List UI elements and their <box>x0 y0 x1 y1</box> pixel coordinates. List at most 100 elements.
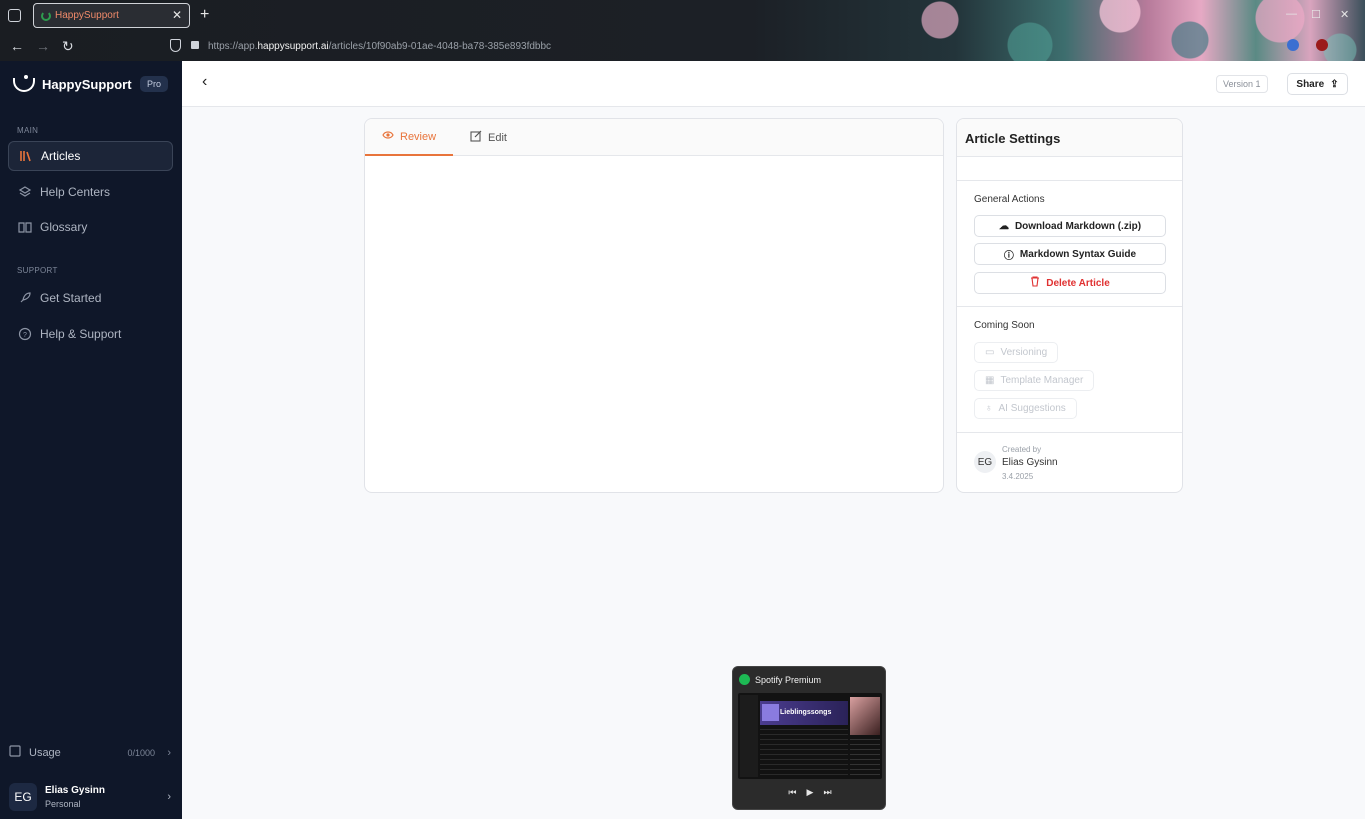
cloud-download-icon: ☁ <box>998 220 1009 232</box>
delete-label: Delete Article <box>1046 277 1110 289</box>
spotify-preview[interactable]: Spotify Premium Lieblingssongs ⏮ ▶ ⏭ <box>732 666 886 810</box>
download-markdown-button[interactable]: ☁ Download Markdown (.zip) <box>974 215 1166 237</box>
usage-label: Usage <box>29 746 61 759</box>
next-track-icon[interactable]: ⏭ <box>823 787 831 798</box>
avatar: EG <box>9 783 37 811</box>
help-circle-icon: ? <box>18 327 32 341</box>
thumb-hero: Lieblingssongs <box>760 701 848 725</box>
delete-article-button[interactable]: Delete Article <box>974 272 1166 294</box>
share-button[interactable]: Share ⇪ <box>1287 73 1348 95</box>
template-manager-button-disabled: ▦ Template Manager <box>974 370 1095 391</box>
layers-icon <box>18 185 32 199</box>
browser-tab[interactable]: HappySupport ✕ <box>33 3 190 28</box>
brand-name: HappySupport <box>42 76 132 92</box>
template-manager-label: Template Manager <box>1000 375 1084 386</box>
minimize-icon[interactable]: — <box>1286 8 1297 20</box>
close-tab-icon[interactable]: ✕ <box>172 8 182 22</box>
eye-icon <box>382 130 394 143</box>
thumb-sidebar <box>740 695 758 777</box>
tab-review[interactable]: Review <box>365 119 454 156</box>
version-badge: Version 1 <box>1216 75 1268 93</box>
page-header: ‹ Version 1 Share ⇪ <box>182 61 1365 107</box>
media-controls: ⏮ ▶ ⏭ <box>733 787 887 798</box>
spotify-title: Spotify Premium <box>755 675 822 685</box>
shield-icon[interactable] <box>170 39 181 52</box>
tab-title: HappySupport <box>55 10 119 21</box>
thumb-artwork <box>850 697 880 735</box>
svg-text:?: ? <box>23 332 27 339</box>
help-circle-icon: ⓘ <box>1003 250 1014 262</box>
book-icon <box>18 220 32 234</box>
creator-avatar: EG <box>974 451 996 473</box>
coming-soon-label: Coming Soon <box>974 320 1035 331</box>
sidebar-item-label: Help & Support <box>40 327 122 341</box>
versioning-label: Versioning <box>1000 347 1048 358</box>
smile-logo-icon <box>12 74 35 94</box>
tab-edit[interactable]: Edit <box>470 119 507 156</box>
previous-track-icon[interactable]: ⏮ <box>788 787 796 798</box>
tab-edit-label: Edit <box>488 131 507 144</box>
brand[interactable]: HappySupport <box>12 74 132 94</box>
divider <box>957 432 1182 433</box>
sidebar-item-label: Glossary <box>40 220 88 234</box>
user-plan: Personal <box>45 799 81 809</box>
section-label-main: MAIN <box>17 126 39 135</box>
usage-count: 0/1000 <box>127 747 155 758</box>
sidebar-item-label: Help Centers <box>40 185 111 199</box>
created-date: 3.4.2025 <box>1002 472 1034 481</box>
grid-icon: ▦ <box>985 375 995 386</box>
usage-row[interactable]: Usage 0/1000 › <box>9 745 173 760</box>
chevron-right-icon: › <box>167 791 171 803</box>
lock-icon[interactable] <box>191 41 199 49</box>
divider <box>957 306 1182 307</box>
sidebar-item-help-centers[interactable]: Help Centers <box>8 177 173 207</box>
playlist-title: Lieblingssongs <box>780 709 832 716</box>
library-icon <box>19 149 33 163</box>
sidebar-item-articles[interactable]: Articles <box>8 141 173 171</box>
settings-header: Article Settings <box>957 119 1182 157</box>
sidebar-item-get-started[interactable]: Get Started <box>8 283 173 313</box>
forward-arrow-icon[interactable]: → <box>36 38 50 54</box>
thumb-rows <box>760 729 848 775</box>
section-label-support: SUPPORT <box>17 266 58 275</box>
rocket-icon <box>18 291 32 305</box>
settings-title: Article Settings <box>965 131 1061 146</box>
spotify-thumbnail: Lieblingssongs <box>738 693 882 779</box>
book-stack-icon <box>9 745 21 760</box>
ublock-icon[interactable] <box>1316 39 1328 51</box>
tab-list-icon[interactable] <box>8 9 21 22</box>
back-arrow-icon[interactable]: ← <box>10 38 24 54</box>
user-menu[interactable]: EG Elias Gysinn Personal › <box>9 783 173 813</box>
editor-tabs: Review Edit <box>365 119 943 156</box>
sidebar-item-help-support[interactable]: ? Help & Support <box>8 319 173 349</box>
chevron-right-icon: › <box>167 746 171 759</box>
versioning-button-disabled: ▭ Versioning <box>974 342 1059 363</box>
edit-icon <box>470 130 482 145</box>
article-editor: Review Edit <box>364 118 944 493</box>
extension-icon[interactable] <box>1287 39 1299 51</box>
new-tab-icon[interactable]: + <box>200 6 209 24</box>
address-bar[interactable]: https://app.happysupport.ai/articles/10f… <box>208 41 551 52</box>
reload-icon[interactable]: ↻ <box>62 38 74 55</box>
maximize-icon[interactable]: ☐ <box>1311 8 1321 21</box>
sidebar: HappySupport Pro MAIN Articles Help Cent… <box>0 61 182 819</box>
browser-chrome: HappySupport ✕ + ← → ↻ https://app.happy… <box>0 0 1365 61</box>
play-icon[interactable]: ▶ <box>807 787 814 798</box>
download-label: Download Markdown (.zip) <box>1014 220 1142 232</box>
share-icon: ⇪ <box>1330 78 1339 90</box>
user-name: Elias Gysinn <box>45 785 106 796</box>
file-icon: ▭ <box>985 347 995 358</box>
created-by-label: Created by <box>1002 445 1042 454</box>
chevron-left-icon[interactable]: ‹ <box>202 73 207 91</box>
sidebar-item-label: Get Started <box>40 291 102 305</box>
sidebar-item-glossary[interactable]: Glossary <box>8 212 173 242</box>
heart-cover-icon <box>762 704 779 721</box>
trash-icon <box>1030 276 1040 290</box>
article-settings-panel: Article Settings General Actions ☁ Downl… <box>956 118 1183 493</box>
tab-review-label: Review <box>400 130 437 143</box>
syntax-guide-button[interactable]: ⓘ Markdown Syntax Guide <box>974 243 1166 265</box>
tab-favicon-icon <box>41 11 51 21</box>
spotify-icon <box>739 674 750 685</box>
share-label: Share <box>1296 78 1325 90</box>
window-close-icon[interactable]: ✕ <box>1340 8 1349 21</box>
